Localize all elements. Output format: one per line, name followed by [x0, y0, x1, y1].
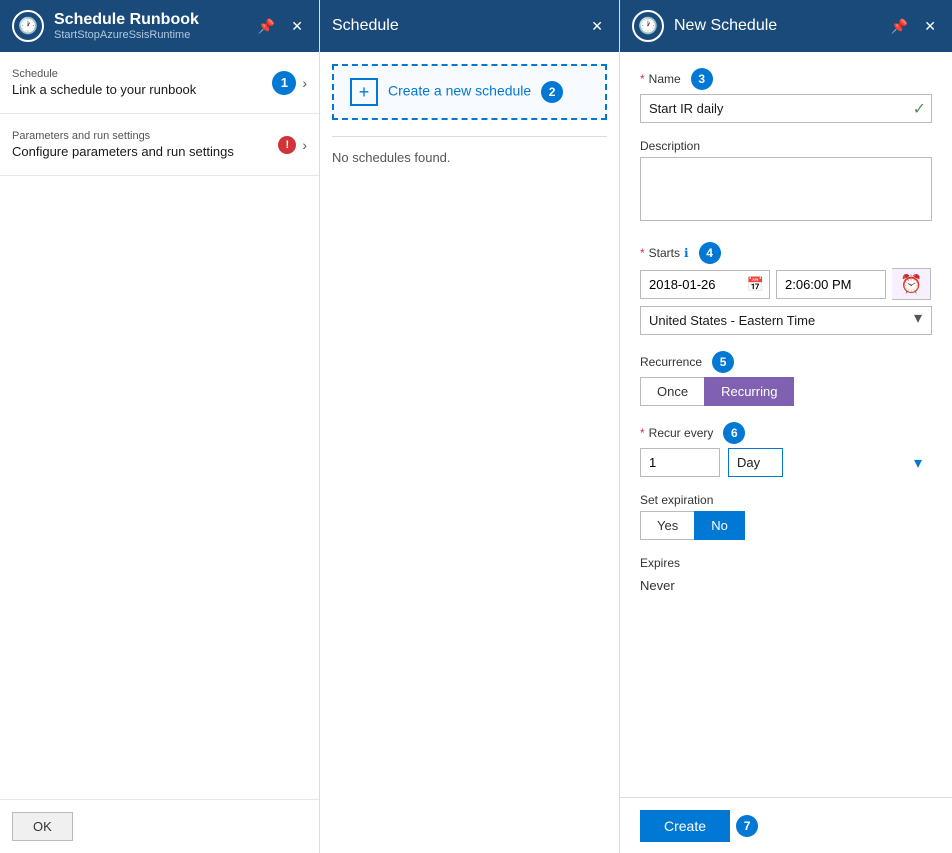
panel3-footer: Create 7 [620, 797, 952, 853]
name-input-wrap: ✓ [640, 94, 932, 123]
panel3-header-actions: 📌 ✕ [887, 16, 940, 37]
panel3-title: New Schedule [674, 17, 777, 35]
recurrence-label: Recurrence 5 [640, 351, 932, 373]
schedule-panel: Schedule ✕ + Create a new schedule 2 No … [320, 0, 620, 853]
params-nav-section: Parameters and run settings [12, 130, 234, 142]
panel1-header-left: 🕐 Schedule Runbook StartStopAzureSsisRun… [12, 10, 199, 42]
starts-row: 📅 ⏰ [640, 268, 932, 300]
step-6-badge: 6 [723, 422, 745, 444]
expiration-group: Set expiration Yes No [640, 493, 932, 540]
schedule-runbook-panel: 🕐 Schedule Runbook StartStopAzureSsisRun… [0, 0, 320, 853]
panel1-close-button[interactable]: ✕ [287, 16, 307, 37]
recurrence-once-button[interactable]: Once [640, 377, 704, 406]
recur-unit-select[interactable]: Day Week Month Hour [728, 448, 783, 477]
expiration-yes-button[interactable]: Yes [640, 511, 694, 540]
description-label: Description [640, 139, 932, 153]
no-schedules-text: No schedules found. [332, 146, 451, 169]
panel2-title: Schedule [332, 17, 399, 35]
panel1-footer: OK [0, 799, 319, 853]
schedule-nav-content: Schedule Link a schedule to your runbook [12, 68, 196, 97]
panel1-header: 🕐 Schedule Runbook StartStopAzureSsisRun… [0, 0, 319, 52]
recurrence-toggle: Once Recurring [640, 377, 932, 406]
create-button[interactable]: Create [640, 810, 730, 842]
calendar-icon[interactable]: 📅 [747, 276, 764, 293]
panel2-header-left: Schedule [332, 17, 399, 35]
plus-icon: + [350, 78, 378, 106]
clock-icon: 🕐 [12, 10, 44, 42]
description-input[interactable] [640, 157, 932, 221]
panel3-header: 🕐 New Schedule 📌 ✕ [620, 0, 952, 52]
schedule-nav-section: Schedule [12, 68, 196, 80]
expiration-no-button[interactable]: No [694, 511, 745, 540]
check-icon: ✓ [913, 99, 926, 119]
new-schedule-panel: 🕐 New Schedule 📌 ✕ * Name 3 ✓ [620, 0, 952, 853]
panel1-header-actions: 📌 ✕ [254, 16, 307, 37]
params-nav-item[interactable]: Parameters and run settings Configure pa… [0, 114, 319, 176]
divider [332, 136, 607, 137]
step-5-badge: 5 [712, 351, 734, 373]
expiration-toggle: Yes No [640, 511, 932, 540]
panel1-subtitle: StartStopAzureSsisRuntime [54, 29, 199, 41]
time-input[interactable] [776, 270, 886, 299]
params-chevron: › [302, 137, 307, 153]
panel3-pin-button[interactable]: 📌 [887, 16, 912, 37]
schedule-nav-right: 1 › [272, 71, 307, 95]
date-input-wrap: 📅 [640, 270, 770, 299]
starts-group: * Starts ℹ 4 📅 ⏰ United States - Eastern… [640, 242, 932, 335]
panel2-content: + Create a new schedule 2 No schedules f… [320, 52, 619, 179]
panel3-form: * Name 3 ✓ Description * [620, 52, 952, 797]
schedule-nav-item[interactable]: Schedule Link a schedule to your runbook… [0, 52, 319, 114]
panel1-pin-button[interactable]: 📌 [254, 16, 279, 37]
expiration-label: Set expiration [640, 493, 932, 507]
params-nav-label: Configure parameters and run settings [12, 144, 234, 159]
timezone-select[interactable]: United States - Eastern Time UTC Pacific… [640, 306, 932, 335]
step-3-badge: 3 [691, 68, 713, 90]
expires-value: Never [640, 578, 932, 593]
error-badge: ! [278, 136, 296, 154]
panel1-title: Schedule Runbook [54, 11, 199, 29]
schedule-nav-label: Link a schedule to your runbook [12, 82, 196, 97]
recur-every-group: * Recur every 6 Day Week Month Hour [640, 422, 932, 477]
name-input[interactable] [640, 94, 932, 123]
recurrence-group: Recurrence 5 Once Recurring [640, 351, 932, 406]
expires-label: Expires [640, 556, 932, 570]
recurrence-recurring-button[interactable]: Recurring [704, 377, 794, 406]
panel3-close-button[interactable]: ✕ [920, 16, 940, 37]
panel2-header-actions: ✕ [587, 16, 607, 37]
step-4-badge: 4 [699, 242, 721, 264]
step-2-badge: 2 [541, 81, 563, 103]
description-group: Description [640, 139, 932, 226]
recur-every-row: Day Week Month Hour [640, 448, 932, 477]
recur-unit-select-wrap: Day Week Month Hour [728, 448, 932, 477]
step-1-badge: 1 [272, 71, 296, 95]
create-schedule-label: Create a new schedule 2 [388, 81, 563, 103]
params-nav-right: ! › [278, 136, 307, 154]
create-schedule-button[interactable]: + Create a new schedule 2 [332, 64, 607, 120]
panel1-title-group: Schedule Runbook StartStopAzureSsisRunti… [54, 11, 199, 41]
panel3-scroll-area: * Name 3 ✓ Description * [620, 52, 952, 797]
ok-button[interactable]: OK [12, 812, 73, 841]
name-group: * Name 3 ✓ [640, 68, 932, 123]
name-label: * Name 3 [640, 68, 932, 90]
starts-label: * Starts ℹ 4 [640, 242, 932, 264]
starts-info-icon: ℹ [684, 246, 689, 260]
panel2-header: Schedule ✕ [320, 0, 619, 52]
recur-every-label: * Recur every 6 [640, 422, 932, 444]
schedule-chevron: › [302, 75, 307, 91]
expires-group: Expires Never [640, 556, 932, 593]
params-nav-content: Parameters and run settings Configure pa… [12, 130, 234, 159]
recur-every-input[interactable] [640, 448, 720, 477]
time-picker-button[interactable]: ⏰ [892, 268, 931, 300]
panel3-header-left: 🕐 New Schedule [632, 10, 777, 42]
step-7-badge: 7 [736, 815, 758, 837]
panel3-clock-icon: 🕐 [632, 10, 664, 42]
timezone-select-wrap: United States - Eastern Time UTC Pacific… [640, 300, 932, 335]
panel2-close-button[interactable]: ✕ [587, 16, 607, 37]
